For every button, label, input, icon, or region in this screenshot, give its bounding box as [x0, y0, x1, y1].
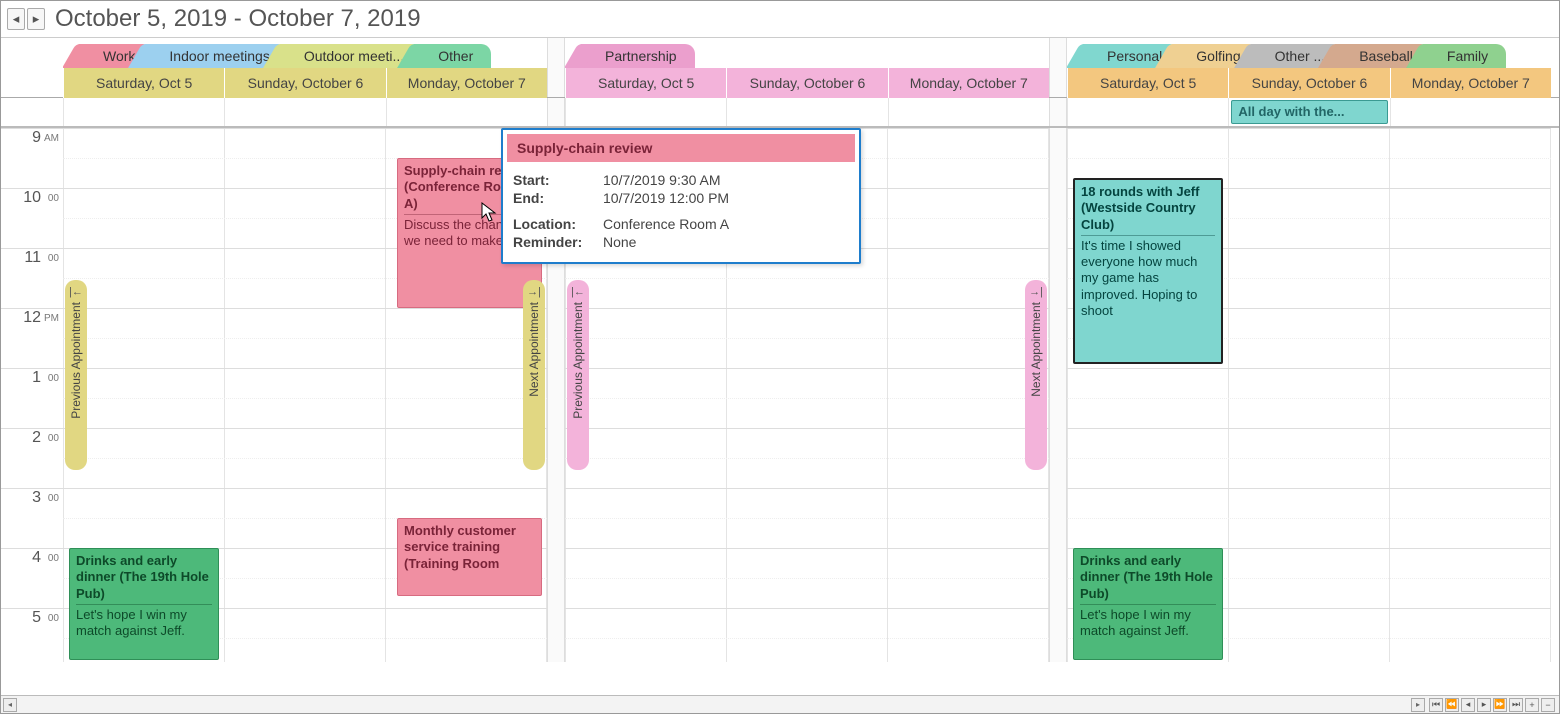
time-label-9: 9: [32, 129, 41, 147]
arrow-right-end-icon: →|: [1029, 286, 1043, 298]
panel2-date-2[interactable]: Monday, October 7: [888, 68, 1049, 98]
event-drinks-dinner-p3[interactable]: Drinks and early dinner (The 19th Hole P…: [1073, 548, 1223, 660]
panel1-date-2[interactable]: Monday, October 7: [386, 68, 547, 98]
event-desc: It's time I showed everyone how much my …: [1081, 238, 1215, 319]
zoom-controls: ⏮ ⏪ ◂ ▸ ⏩ ⏭ + −: [1429, 698, 1555, 712]
arrow-left-start-icon: |←: [571, 286, 585, 298]
allday-row: All day with the...: [1, 98, 1559, 128]
time-label-4: 4: [32, 549, 41, 567]
bottom-bar: ◂ ▸ ⏮ ⏪ ◂ ▸ ⏩ ⏭ + −: [1, 695, 1559, 713]
time-gutter: 9AM 1000 1100 12PM 100 200 300 400 500: [1, 128, 63, 662]
panel2-allday-0[interactable]: [565, 98, 726, 126]
nav-prev-page-icon[interactable]: ⏪: [1445, 698, 1459, 712]
date-nav-buttons: ◂ ▸: [7, 8, 45, 30]
panel3-allday-2[interactable]: [1390, 98, 1551, 126]
panel3-date-2[interactable]: Monday, October 7: [1390, 68, 1551, 98]
panel3-allday-0[interactable]: [1067, 98, 1228, 126]
panel2-allday-1[interactable]: [726, 98, 887, 126]
panel1-tabs: Work Indoor meetings Outdoor meeti... Ot…: [63, 38, 547, 68]
event-golf-18-rounds[interactable]: 18 rounds with Jeff (Westside Country Cl…: [1073, 178, 1223, 364]
tab-other[interactable]: Other: [414, 44, 491, 68]
panel3-date-1[interactable]: Sunday, October 6: [1228, 68, 1389, 98]
arrow-right-end-icon: →|: [527, 286, 541, 298]
panel1-allday-1[interactable]: [224, 98, 385, 126]
header-bar: ◂ ▸ October 5, 2019 - October 7, 2019: [1, 1, 1559, 38]
nav-next-icon[interactable]: ▸: [1477, 698, 1491, 712]
zoom-out-icon[interactable]: −: [1541, 698, 1555, 712]
panel1-prev-appointment[interactable]: |← Previous Appointment: [65, 280, 87, 470]
panel2-tabs: Partnership: [565, 38, 1049, 68]
nav-last-icon[interactable]: ⏭: [1509, 698, 1523, 712]
allday-event-sunday[interactable]: All day with the...: [1231, 100, 1387, 124]
panel1-allday-2[interactable]: [386, 98, 547, 126]
time-label-2: 2: [32, 429, 41, 447]
panel1-date-0[interactable]: Saturday, Oct 5: [63, 68, 224, 98]
time-grid: 9AM 1000 1100 12PM 100 200 300 400 500: [1, 128, 1559, 662]
tooltip-title: Supply-chain review: [507, 134, 855, 162]
time-label-3: 3: [32, 489, 41, 507]
scroll-right-button[interactable]: ▸: [1411, 698, 1425, 712]
next-date-button[interactable]: ▸: [27, 8, 45, 30]
prev-date-button[interactable]: ◂: [7, 8, 25, 30]
panel1-date-1[interactable]: Sunday, October 6: [224, 68, 385, 98]
date-range-title: October 5, 2019 - October 7, 2019: [55, 5, 421, 33]
panel2-allday-2[interactable]: [888, 98, 1049, 126]
time-label-11: 11: [24, 249, 41, 267]
nav-first-icon[interactable]: ⏮: [1429, 698, 1443, 712]
panel3-tabs: Personal Golfing Other ... Baseball Fami…: [1067, 38, 1551, 68]
scroll-left-button[interactable]: ◂: [3, 698, 17, 712]
event-title: Drinks and early dinner (The 19th Hole P…: [1080, 553, 1216, 602]
tab-family[interactable]: Family: [1423, 44, 1506, 68]
event-drinks-dinner-p1[interactable]: Drinks and early dinner (The 19th Hole P…: [69, 548, 219, 660]
panel1-allday-0[interactable]: [63, 98, 224, 126]
panel3-date-0[interactable]: Saturday, Oct 5: [1067, 68, 1228, 98]
panel3-grid[interactable]: 18 rounds with Jeff (Westside Country Cl…: [1067, 128, 1551, 662]
panel1-grid[interactable]: Supply-chain review (Conference Room A) …: [63, 128, 547, 662]
panel2-date-1[interactable]: Sunday, October 6: [726, 68, 887, 98]
time-label-5: 5: [32, 609, 41, 627]
event-title: Monthly customer service training (Train…: [404, 523, 535, 572]
time-label-1: 1: [32, 369, 41, 387]
time-label-12: 12: [23, 309, 41, 327]
event-title: 18 rounds with Jeff (Westside Country Cl…: [1081, 184, 1215, 233]
panel3-allday-1[interactable]: All day with the...: [1228, 98, 1389, 126]
nav-prev-icon[interactable]: ◂: [1461, 698, 1475, 712]
nav-next-page-icon[interactable]: ⏩: [1493, 698, 1507, 712]
event-monthly-cs-training[interactable]: Monthly customer service training (Train…: [397, 518, 542, 596]
event-desc: Let's hope I win my match against Jeff.: [76, 607, 212, 640]
date-header-row: Saturday, Oct 5 Sunday, October 6 Monday…: [1, 68, 1559, 98]
event-tooltip: Supply-chain review Start:10/7/2019 9:30…: [501, 128, 861, 264]
panel1-next-appointment[interactable]: →| Next Appointment: [523, 280, 545, 470]
arrow-left-start-icon: |←: [69, 286, 83, 298]
event-title: Drinks and early dinner (The 19th Hole P…: [76, 553, 212, 602]
tabs-row: Work Indoor meetings Outdoor meeti... Ot…: [1, 38, 1559, 68]
calendar-app: ◂ ▸ October 5, 2019 - October 7, 2019 Wo…: [0, 0, 1560, 714]
horizontal-scrollbar[interactable]: [17, 698, 1411, 712]
time-label-10: 10: [23, 189, 41, 207]
panel2-prev-appointment[interactable]: |← Previous Appointment: [567, 280, 589, 470]
zoom-in-icon[interactable]: +: [1525, 698, 1539, 712]
tab-partnership[interactable]: Partnership: [581, 44, 695, 68]
panel2-date-0[interactable]: Saturday, Oct 5: [565, 68, 726, 98]
panel2-next-appointment[interactable]: →| Next Appointment: [1025, 280, 1047, 470]
event-desc: Let's hope I win my match against Jeff.: [1080, 607, 1216, 640]
